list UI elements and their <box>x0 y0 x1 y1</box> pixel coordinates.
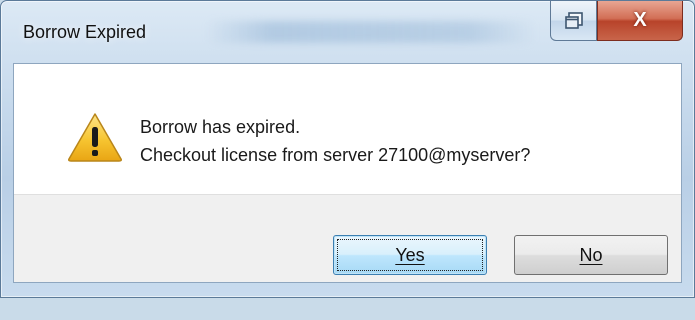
yes-button[interactable]: Yes <box>333 235 487 275</box>
yes-button-label: Yes <box>395 244 425 265</box>
no-button-label: No <box>579 244 603 265</box>
close-button[interactable]: X <box>597 1 683 41</box>
dialog-window: Borrow Expired X Borrow has expired. Che… <box>0 0 695 298</box>
button-bar: Yes No <box>14 194 681 282</box>
message-area: Borrow has expired. Checkout license fro… <box>14 64 681 194</box>
dialog-content: Borrow has expired. Checkout license fro… <box>13 63 682 283</box>
message-text-line-2: Checkout license from server 27100@myser… <box>140 145 531 165</box>
no-button[interactable]: No <box>514 235 668 275</box>
restore-icon <box>564 11 583 29</box>
warning-icon <box>68 113 122 162</box>
window-title: Borrow Expired <box>23 22 147 42</box>
close-icon: X <box>633 9 647 31</box>
message-text-line-1: Borrow has expired. <box>140 117 301 137</box>
restore-button[interactable] <box>550 1 597 41</box>
title-bar-background-blur <box>206 21 536 43</box>
